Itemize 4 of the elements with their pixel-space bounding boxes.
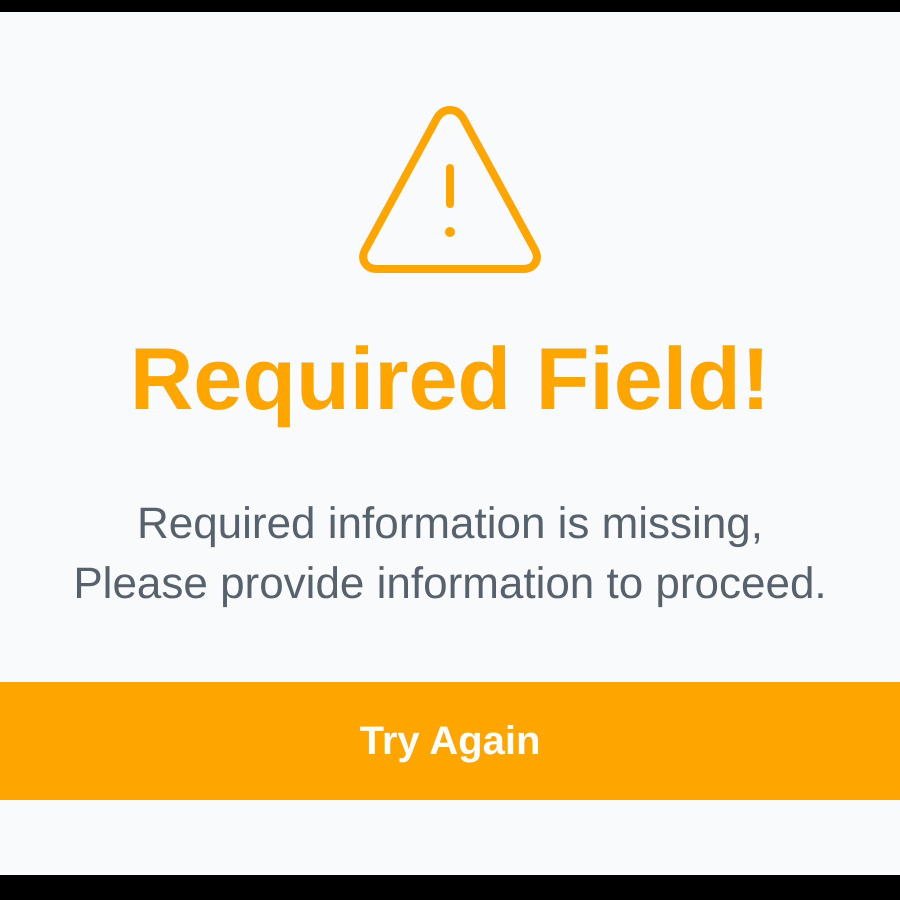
- alert-title: Required Field!: [130, 328, 770, 430]
- alert-message: Required information is missing, Please provide information to proceed.: [73, 498, 827, 610]
- try-again-button[interactable]: Try Again: [0, 682, 900, 800]
- warning-icon: [357, 104, 543, 274]
